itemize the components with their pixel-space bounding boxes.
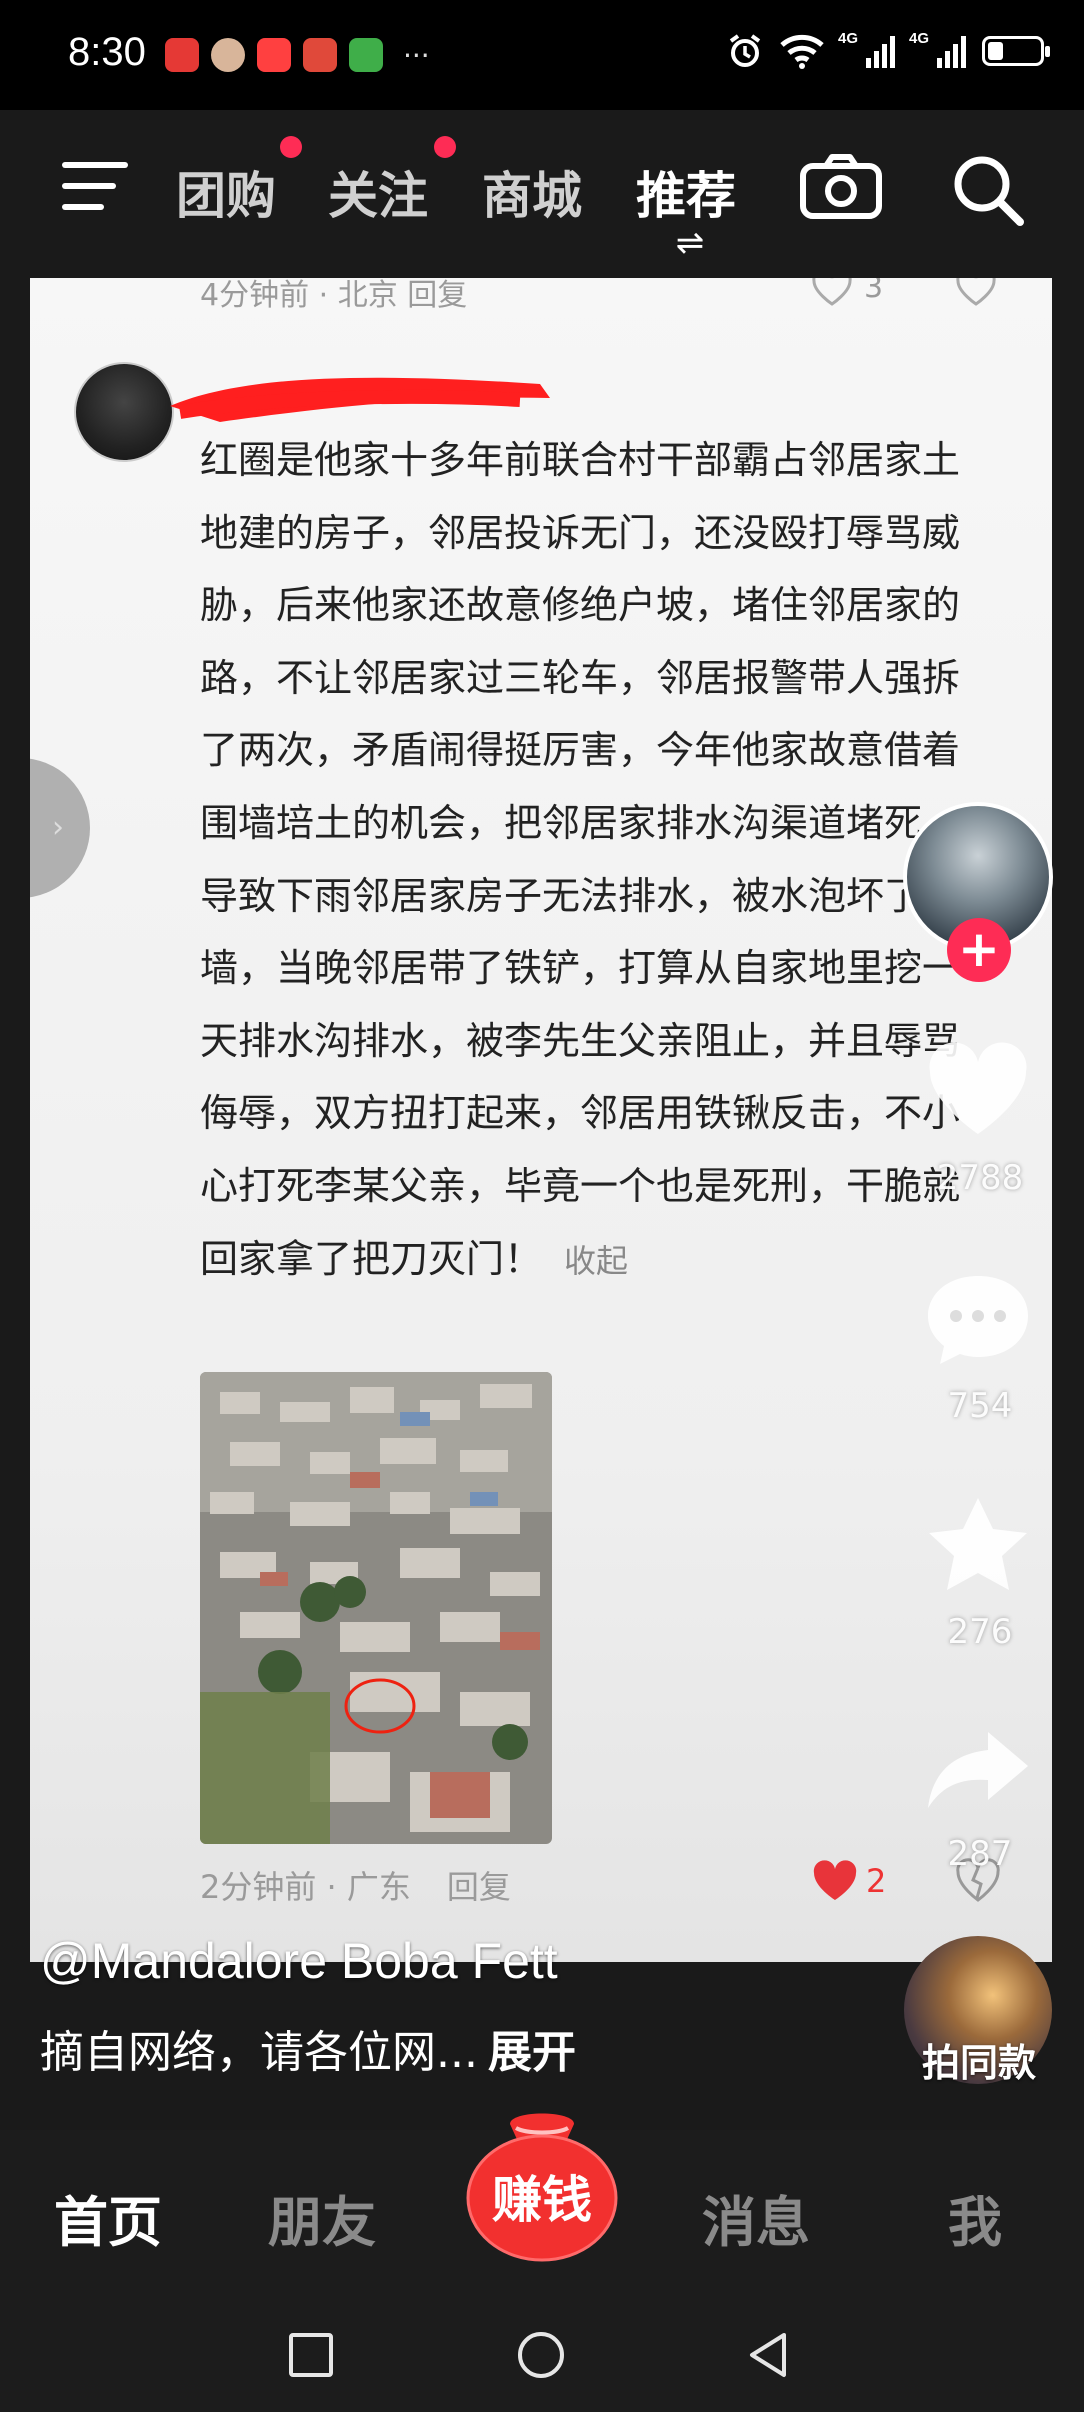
green-app-icon [349, 38, 383, 72]
wifi-icon [780, 34, 824, 69]
nav-home[interactable]: 首页 [54, 2178, 162, 2257]
shopping-app-icon [165, 38, 199, 72]
tab-recommend[interactable]: 推荐 [636, 156, 736, 228]
game-app-icon [303, 38, 337, 72]
signal-2-icon: 4G [909, 30, 966, 68]
message-app-icon [257, 38, 291, 72]
camera-icon[interactable] [800, 154, 882, 220]
like-count: 2788 [936, 1158, 1024, 1198]
battery-icon [982, 36, 1050, 66]
redaction-scribble [170, 377, 550, 422]
tab-group-buy[interactable]: 团购 [176, 156, 276, 228]
comment-like-count: 2 [866, 1862, 887, 1900]
tab-following[interactable]: 关注 [328, 156, 428, 228]
expand-button[interactable]: 展开 [488, 2027, 576, 2078]
tab-following-dot [434, 136, 456, 158]
status-bar: 8:30 ··· 4G 4G [0, 0, 1084, 110]
previous-like-count: 3 [864, 278, 884, 305]
reply-button[interactable]: 回复 [447, 1868, 511, 1906]
comment-time: 2分钟前 · 广东 [200, 1868, 411, 1906]
side-drawer-handle[interactable]: › [30, 758, 90, 898]
nav-messages[interactable]: 消息 [702, 2178, 810, 2257]
nav-earn[interactable]: 赚钱 [466, 2160, 618, 2232]
alarm-icon [729, 34, 761, 67]
previous-like-icon [812, 278, 852, 306]
contact-avatar-icon [211, 38, 245, 72]
swap-icon: ⇌ [675, 223, 705, 263]
follow-plus-icon[interactable]: + [947, 918, 1011, 982]
favorite-star-icon[interactable] [922, 1494, 1034, 1594]
like-icon[interactable] [922, 1040, 1034, 1140]
comment-count: 754 [947, 1386, 1013, 1426]
back-triangle-icon[interactable] [744, 2330, 794, 2380]
comment-icon[interactable] [922, 1268, 1034, 1368]
tab-mall[interactable]: 商城 [482, 156, 582, 228]
commenter-avatar[interactable] [74, 362, 174, 462]
status-time: 8:30 [68, 30, 146, 74]
video-frame[interactable]: 4分钟前 · 北京 回复 3 红圈是他家十多年前联合村干部霸占邻居家土地建的房子… [30, 278, 1052, 1962]
favorite-count: 276 [947, 1612, 1013, 1652]
video-caption: 摘自网络，请各位网... 展开 [40, 2016, 576, 2080]
author-name[interactable]: @Mandalore Boba Fett [40, 1932, 558, 1990]
nav-me[interactable]: 我 [948, 2178, 1002, 2257]
previous-dislike-icon [956, 278, 996, 306]
caption-text: 摘自网络，请各位网... [40, 2027, 478, 2078]
status-indicators: 4G 4G [726, 30, 1050, 70]
comment-text: 红圈是他家十多年前联合村干部霸占邻居家土地建的房子，邻居投诉无门，还没殴打辱骂威… [200, 438, 961, 1281]
system-nav-bar [0, 2300, 1084, 2412]
tab-group-buy-dot [280, 136, 302, 158]
nav-friends[interactable]: 朋友 [268, 2178, 376, 2257]
share-count: 287 [947, 1834, 1013, 1874]
signal-1-icon: 4G [838, 30, 895, 68]
comment-body: 红圈是他家十多年前联合村干部霸占邻居家土地建的房子，邻居投诉无门，还没殴打辱骂威… [200, 424, 990, 1297]
same-style-button[interactable]: 拍同款 [904, 2032, 1054, 2087]
comment-photo[interactable] [200, 1372, 552, 1844]
more-notifications-icon: ··· [403, 38, 430, 72]
recent-apps-square-icon[interactable] [286, 2330, 336, 2380]
search-icon[interactable] [950, 152, 1026, 228]
previous-comment-meta: 4分钟前 · 北京 回复 [200, 278, 468, 313]
home-circle-icon[interactable] [516, 2330, 566, 2380]
comment-meta: 2分钟前 · 广东 回复 [200, 1862, 511, 1908]
notification-icons: ··· [165, 38, 430, 72]
top-nav: 团购 关注 商城 推荐 ⇌ [0, 110, 1084, 278]
chevron-right-icon: › [52, 810, 64, 845]
comment-like-icon[interactable] [812, 1860, 858, 1902]
share-arrow-icon[interactable] [922, 1722, 1034, 1822]
menu-icon[interactable] [62, 158, 128, 214]
collapse-link[interactable]: 收起 [564, 1242, 628, 1280]
